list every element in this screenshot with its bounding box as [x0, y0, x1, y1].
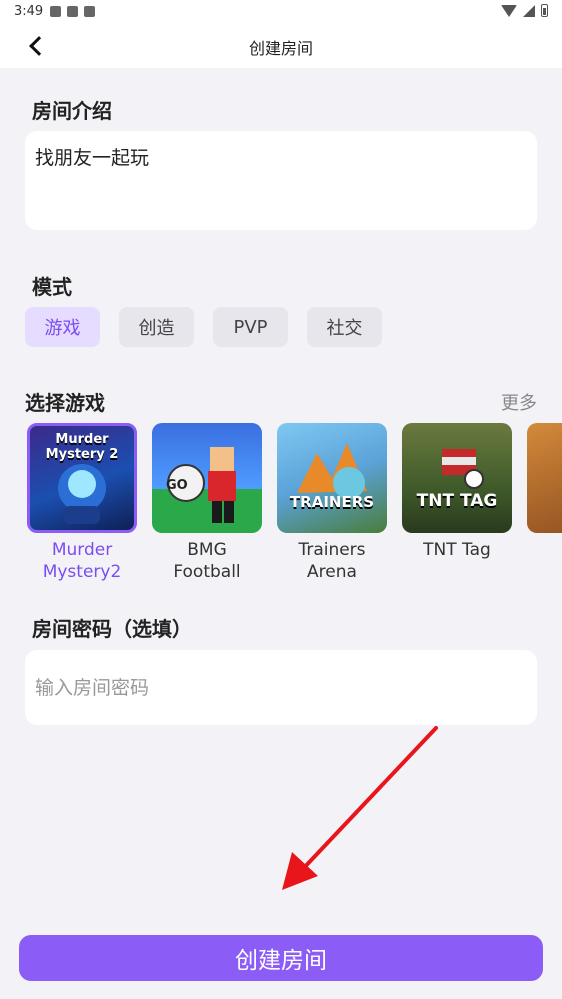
annotation-arrow [282, 726, 438, 890]
create-room-button[interactable]: 创建房间 [19, 935, 543, 981]
